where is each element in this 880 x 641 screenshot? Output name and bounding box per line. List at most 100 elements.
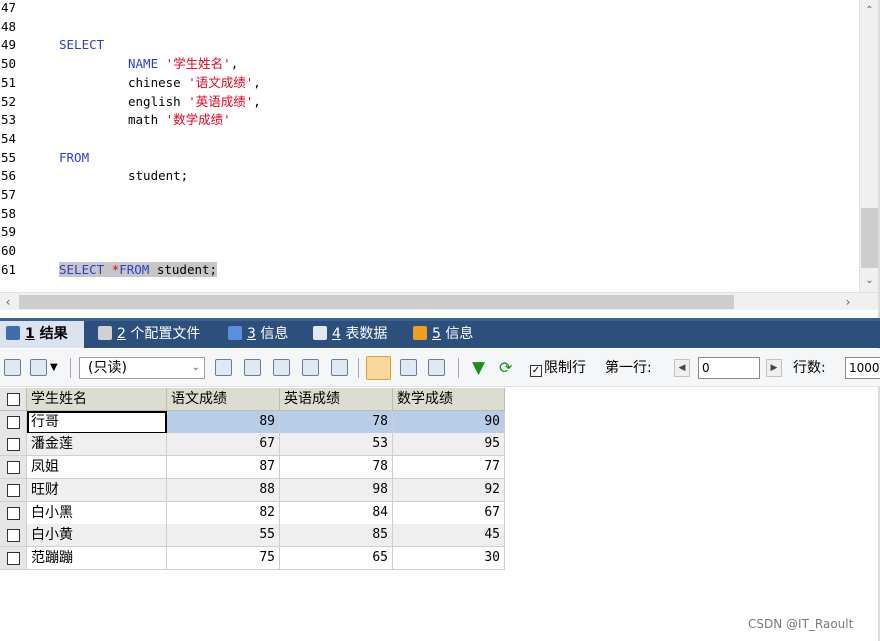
code-line[interactable]: 54 xyxy=(0,130,860,149)
table-cell[interactable]: 白小黑 xyxy=(27,501,167,525)
table-row[interactable]: 行哥 89 78 90 xyxy=(0,410,505,434)
table-cell[interactable]: 78 xyxy=(280,456,393,480)
column-header[interactable]: 学生姓名 xyxy=(27,388,167,411)
select-all-checkbox[interactable] xyxy=(0,388,27,411)
save-icon[interactable] xyxy=(273,359,290,376)
table-cell[interactable]: 78 xyxy=(280,410,393,434)
table-row[interactable]: 白小黄 55 85 45 xyxy=(0,524,505,548)
form-mode-icon[interactable] xyxy=(400,359,417,376)
code-token: FROM xyxy=(119,261,150,277)
table-cell[interactable]: 98 xyxy=(280,478,393,502)
row-checkbox[interactable] xyxy=(0,546,27,570)
grid-view-dropdown-icon[interactable]: ▼ xyxy=(50,358,58,378)
grid-mode-icon[interactable] xyxy=(366,356,391,380)
tab-1[interactable]: 1 结果 xyxy=(0,321,84,348)
code-line[interactable]: 55 FROM xyxy=(0,149,860,168)
table-cell[interactable]: 65 xyxy=(280,546,393,570)
scroll-down-icon[interactable]: ⌄ xyxy=(863,274,876,288)
table-row[interactable]: 凤姐 87 78 77 xyxy=(0,456,505,480)
row-checkbox[interactable] xyxy=(0,456,27,480)
editor-horizontal-scrollbar[interactable]: ‹ › xyxy=(0,292,878,310)
checkbox-icon xyxy=(7,461,20,475)
table-cell[interactable]: 92 xyxy=(393,478,505,502)
table-cell[interactable]: 75 xyxy=(167,546,280,570)
code-line[interactable]: 52 english '英语成绩', xyxy=(0,93,860,112)
code-line[interactable]: 57 xyxy=(0,186,860,205)
code-line[interactable]: 58 xyxy=(0,205,860,224)
table-cell[interactable]: 67 xyxy=(167,433,280,457)
code-line[interactable]: 61 SELECT *FROM student; xyxy=(0,261,860,280)
table-cell[interactable]: 90 xyxy=(393,410,505,434)
row-checkbox[interactable] xyxy=(0,478,27,502)
table-cell[interactable]: 潘金莲 xyxy=(27,433,167,457)
table-row[interactable]: 潘金莲 67 53 95 xyxy=(0,433,505,457)
column-header[interactable]: 数学成绩 xyxy=(393,388,505,411)
code-line[interactable]: 59 xyxy=(0,223,860,242)
duplicate-row-icon[interactable] xyxy=(244,359,261,376)
table-cell[interactable]: 旺财 xyxy=(27,478,167,502)
table-cell[interactable]: 30 xyxy=(393,546,505,570)
insert-row-icon[interactable] xyxy=(215,359,232,376)
table-cell[interactable]: 82 xyxy=(167,501,280,525)
mode-select[interactable]: (只读) ⌄ xyxy=(79,357,205,379)
tab-2[interactable]: 2 个配置文件 xyxy=(92,321,212,348)
tab-5[interactable]: 5 信息 xyxy=(407,321,489,348)
editor-vertical-scrollbar[interactable]: ⌃ ⌄ xyxy=(859,0,878,292)
row-checkbox[interactable] xyxy=(0,410,27,434)
table-cell[interactable]: 55 xyxy=(167,524,280,548)
delete-icon[interactable] xyxy=(302,359,319,376)
text-mode-icon[interactable] xyxy=(428,359,445,376)
tab-3[interactable]: 3 信息 xyxy=(222,321,300,348)
horizontal-scroll-thumb[interactable] xyxy=(19,295,734,309)
tab-4[interactable]: 4 表数据 xyxy=(307,321,399,348)
code-line[interactable]: 48 xyxy=(0,18,860,37)
table-cell[interactable]: 88 xyxy=(167,478,280,502)
refresh-icon[interactable]: ⟳ xyxy=(499,358,512,378)
table-cell[interactable]: 凤姐 xyxy=(27,456,167,480)
limit-rows-checkbox[interactable]: ✓ 限制行 xyxy=(530,358,586,378)
table-cell[interactable]: 45 xyxy=(393,524,505,548)
code-line[interactable]: 56 student; xyxy=(0,167,860,186)
table-cell[interactable]: 53 xyxy=(280,433,393,457)
table-row[interactable]: 范蹦蹦 75 65 30 xyxy=(0,546,505,570)
row-checkbox[interactable] xyxy=(0,524,27,548)
grid-view-icon[interactable] xyxy=(30,359,47,376)
row-count-label: 行数: xyxy=(793,360,826,376)
table-cell[interactable]: 白小黄 xyxy=(27,524,167,548)
sql-editor[interactable]: 47 48 49 SELECT 50 NAME '学生姓名', 51 chinese '语文成… xyxy=(0,0,880,292)
column-header[interactable]: 英语成绩 xyxy=(280,388,393,411)
row-checkbox[interactable] xyxy=(0,501,27,525)
row-count-input[interactable]: 1000 xyxy=(845,357,880,379)
table-row[interactable]: 白小黑 82 84 67 xyxy=(0,501,505,525)
first-row-input[interactable]: 0 xyxy=(698,357,760,379)
toolbar-separator xyxy=(70,358,71,378)
table-cell[interactable]: 67 xyxy=(393,501,505,525)
code-line[interactable]: 47 xyxy=(0,0,860,18)
previous-icon[interactable]: ◀ xyxy=(674,359,690,377)
code-line[interactable]: 51 chinese '语文成绩', xyxy=(0,74,860,93)
export-icon[interactable] xyxy=(4,359,21,376)
code-line[interactable]: 60 xyxy=(0,242,860,261)
scroll-right-icon[interactable]: › xyxy=(840,293,856,311)
vertical-scroll-thumb[interactable] xyxy=(861,208,878,268)
code-line[interactable]: 50 NAME '学生姓名', xyxy=(0,55,860,74)
table-cell[interactable]: 84 xyxy=(280,501,393,525)
column-header[interactable]: 语文成绩 xyxy=(167,388,280,411)
next-icon[interactable]: ▶ xyxy=(766,359,782,377)
table-cell[interactable]: 87 xyxy=(167,456,280,480)
scroll-left-icon[interactable]: ‹ xyxy=(0,293,16,311)
table-cell[interactable]: 89 xyxy=(167,410,280,434)
table-cell[interactable]: 95 xyxy=(393,433,505,457)
scroll-up-icon[interactable]: ⌃ xyxy=(863,4,876,18)
code-line[interactable]: 49 SELECT xyxy=(0,36,860,55)
table-cell[interactable]: 行哥 xyxy=(27,410,167,434)
row-checkbox[interactable] xyxy=(0,433,27,457)
cancel-changes-icon[interactable] xyxy=(331,359,348,376)
table-row[interactable]: 旺财 88 98 92 xyxy=(0,478,505,502)
table-cell[interactable]: 77 xyxy=(393,456,505,480)
table-cell[interactable]: 85 xyxy=(280,524,393,548)
filter-icon[interactable]: ▼ xyxy=(472,358,485,378)
code-token: student; xyxy=(149,261,218,277)
table-cell[interactable]: 范蹦蹦 xyxy=(27,546,167,570)
code-line[interactable]: 53 math '数学成绩' xyxy=(0,111,860,130)
